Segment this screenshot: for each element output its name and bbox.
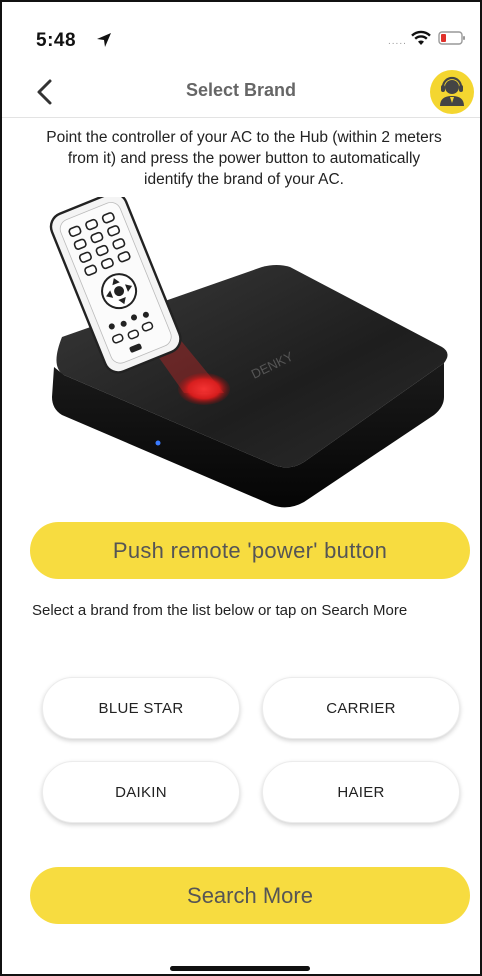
- brand-button-blue-star[interactable]: BLUE STAR: [42, 677, 240, 739]
- push-remote-power-button[interactable]: Push remote 'power' button: [30, 522, 470, 579]
- status-time: 5:48: [36, 30, 77, 51]
- hub-remote-illustration: DENKY: [49, 197, 448, 508]
- instructions-text: Point the controller of your AC to the H…: [46, 129, 442, 188]
- page-title: Select Brand: [185, 80, 297, 100]
- home-indicator[interactable]: [170, 966, 310, 971]
- location-arrow-icon: [97, 33, 111, 47]
- select-brand-hint: Select a brand from the list below or ta…: [32, 602, 408, 619]
- navigation-bar: Select Brand: [2, 66, 480, 118]
- support-button[interactable]: [430, 70, 474, 114]
- app-screen: 5:48 ..... Select Brand Point the contro…: [0, 0, 482, 976]
- search-more-button[interactable]: Search More: [30, 867, 470, 924]
- battery-icon: [438, 31, 465, 45]
- status-bar: 5:48 .....: [2, 2, 480, 72]
- signal-dots: .....: [388, 36, 407, 47]
- brand-button-carrier[interactable]: CARRIER: [262, 677, 460, 739]
- wifi-icon: [411, 30, 431, 45]
- brand-button-haier[interactable]: HAIER: [262, 761, 460, 823]
- brand-button-daikin[interactable]: DAIKIN: [42, 761, 240, 823]
- support-agent-icon: [440, 76, 464, 106]
